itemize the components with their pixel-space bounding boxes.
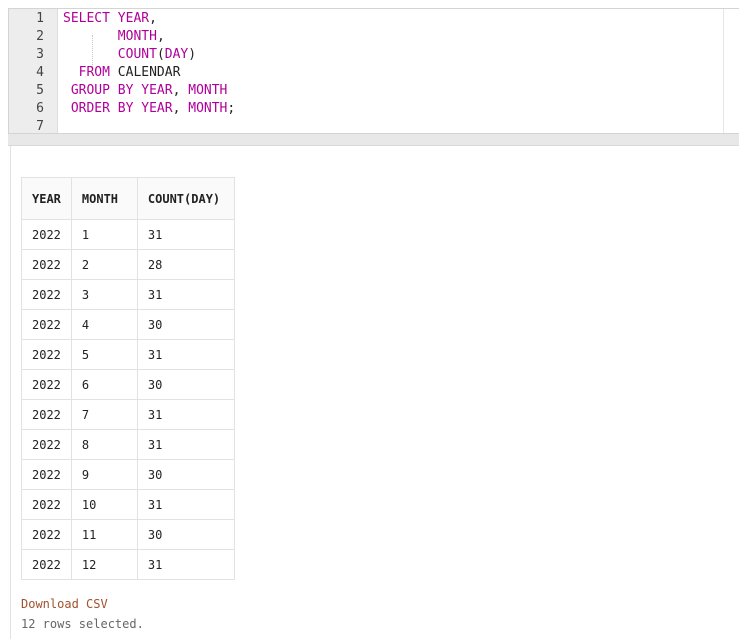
cell-month: 3 (70, 279, 138, 310)
table-row: 2022 1 31 (21, 219, 235, 250)
sql-text: ) (188, 47, 197, 62)
code-line: COUNT(DAY) (63, 46, 196, 64)
cell-month: 11 (70, 519, 138, 550)
cell-month: 5 (70, 339, 138, 370)
table-row: 2022 2 28 (21, 249, 235, 280)
table-header-row: YEAR MONTH COUNT(DAY) (21, 177, 235, 220)
cell-year: 2022 (21, 279, 72, 310)
cell-year: 2022 (21, 519, 72, 550)
cell-year: 2022 (21, 309, 72, 340)
table-row: 2022 3 31 (21, 279, 235, 310)
cell-year: 2022 (21, 339, 72, 370)
table-row: 2022 6 30 (21, 369, 235, 400)
cell-year: 2022 (21, 249, 72, 280)
sql-text: , (149, 11, 157, 26)
cell-year: 2022 (21, 429, 72, 460)
cell-count-day: 31 (136, 279, 235, 310)
cell-count-day: 31 (136, 219, 235, 250)
table-row: 2022 8 31 (21, 429, 235, 460)
cell-month: 8 (70, 429, 138, 460)
code-line: FROM CALENDAR (63, 64, 181, 82)
code-line: MONTH, (63, 28, 165, 46)
cell-count-day: 31 (136, 489, 235, 520)
cell-count-day: 30 (136, 459, 235, 490)
cell-count-day: 30 (136, 369, 235, 400)
line-number: 5 (36, 83, 44, 98)
cell-year: 2022 (21, 399, 72, 430)
sql-editor[interactable]: 1234567 SELECT YEAR, MONTH, COUNT(DAY) F… (8, 8, 739, 134)
column-header-count-day: COUNT(DAY) (136, 177, 235, 220)
cell-month: 7 (70, 399, 138, 430)
cell-month: 6 (70, 369, 138, 400)
table-row: 2022 10 31 (21, 489, 235, 520)
table-row: 2022 4 30 (21, 309, 235, 340)
cell-count-day: 30 (136, 309, 235, 340)
sql-identifier: MONTH (188, 83, 228, 98)
line-number: 4 (36, 65, 44, 80)
table-row: 2022 9 30 (21, 459, 235, 490)
line-number: 6 (36, 101, 44, 116)
cell-month: 10 (70, 489, 138, 520)
sql-text: ( (156, 47, 165, 62)
sql-text: , (156, 29, 165, 44)
sql-text: , (172, 101, 189, 116)
column-header-year: YEAR (21, 177, 72, 220)
sql-keyword: FROM (78, 65, 110, 80)
cell-year: 2022 (21, 459, 72, 490)
code-line: ORDER BY YEAR, MONTH; (63, 100, 235, 118)
line-number-gutter: 1234567 (9, 9, 58, 134)
sql-identifier: COUNT (117, 47, 157, 62)
cell-month: 4 (70, 309, 138, 340)
download-csv-link[interactable]: Download CSV (21, 597, 108, 611)
cell-month: 2 (70, 249, 138, 280)
table-row: 2022 12 31 (21, 549, 235, 580)
line-number: 2 (36, 29, 44, 44)
sql-keyword: SELECT (63, 11, 110, 26)
cell-month: 9 (70, 459, 138, 490)
column-header-month: MONTH (70, 177, 138, 220)
cell-count-day: 30 (136, 519, 235, 550)
code-line: SELECT YEAR, (63, 10, 157, 28)
line-number: 3 (36, 47, 44, 62)
table-row: 2022 7 31 (21, 399, 235, 430)
cell-count-day: 31 (136, 429, 235, 460)
horizontal-scrollbar[interactable] (8, 134, 739, 146)
sql-text: , (172, 83, 189, 98)
cell-count-day: 31 (136, 399, 235, 430)
table-row: 2022 11 30 (21, 519, 235, 550)
sql-identifier: YEAR (141, 83, 173, 98)
cell-month: 12 (70, 549, 138, 580)
cell-count-day: 28 (136, 249, 235, 280)
sql-keyword: ORDER BY (70, 101, 134, 116)
print-margin (723, 9, 724, 133)
cell-count-day: 31 (136, 549, 235, 580)
results-table: YEAR MONTH COUNT(DAY) 2022 1 31 2022 2 28 2022… (21, 177, 235, 580)
cell-year: 2022 (21, 489, 72, 520)
sql-text: CALENDAR (109, 65, 181, 80)
sql-identifier: YEAR (117, 11, 150, 26)
cell-year: 2022 (21, 219, 72, 250)
cell-year: 2022 (21, 369, 72, 400)
cell-count-day: 31 (136, 339, 235, 370)
table-row: 2022 5 31 (21, 339, 235, 370)
sql-identifier: MONTH (188, 101, 228, 116)
code-line: GROUP BY YEAR, MONTH (63, 82, 228, 100)
sql-text: ; (227, 101, 236, 116)
cell-month: 1 (70, 219, 138, 250)
sql-identifier: DAY (164, 47, 189, 62)
sql-identifier: MONTH (117, 29, 157, 44)
sql-keyword: GROUP BY (70, 83, 134, 98)
line-number: 1 (36, 11, 44, 26)
sql-identifier: YEAR (141, 101, 173, 116)
cell-year: 2022 (21, 549, 72, 580)
rows-selected-status: 12 rows selected. (21, 617, 144, 631)
